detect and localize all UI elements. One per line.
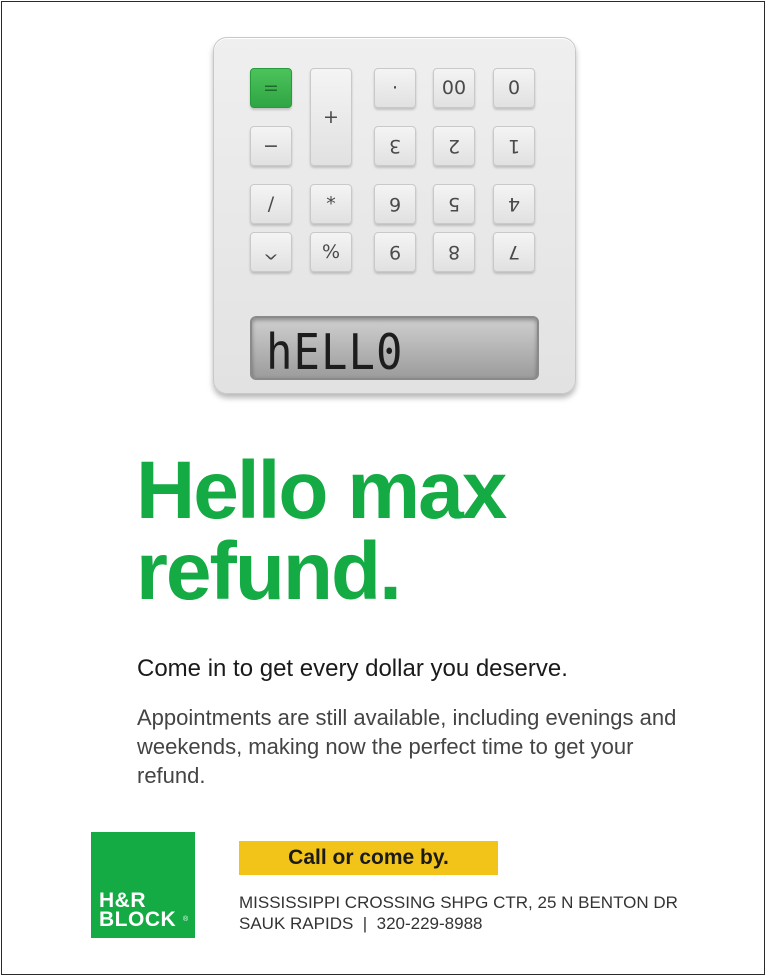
- calc-key-label: 2: [447, 135, 461, 157]
- calc-key-label: 1: [507, 135, 521, 157]
- subheadline: Come in to get every dollar you deserve.: [137, 655, 568, 682]
- calc-key-five: 5: [433, 184, 475, 224]
- calc-key-double-zero: 00: [433, 68, 475, 108]
- calc-key-equals: =: [250, 68, 292, 108]
- calc-key-seven: 7: [493, 232, 535, 272]
- calc-key-label: 4: [507, 193, 521, 215]
- calc-key-eight: 8: [433, 232, 475, 272]
- logo-line-2: BLOCK: [99, 908, 177, 931]
- calc-key-label: ^: [263, 241, 279, 263]
- calc-key-label: −: [263, 135, 279, 157]
- calc-key-six: 6: [374, 184, 416, 224]
- cta-banner: Call or come by.: [239, 841, 498, 875]
- address-line-2: SAUK RAPIDS | 320-229-8988: [239, 914, 483, 933]
- calc-key-three: 3: [374, 126, 416, 166]
- calc-key-divide: /: [250, 184, 292, 224]
- calc-key-label: ·: [391, 77, 399, 99]
- calc-key-label: 5: [447, 193, 461, 215]
- calc-key-dot: ·: [374, 68, 416, 108]
- calc-key-label: 8: [447, 241, 461, 263]
- calc-key-multiply: *: [310, 184, 352, 224]
- store-address: MISSISSIPPI CROSSING SHPG CTR, 25 N BENT…: [239, 892, 678, 934]
- calc-key-label: 9: [388, 241, 402, 263]
- address-line-1: MISSISSIPPI CROSSING SHPG CTR, 25 N BENT…: [239, 893, 678, 912]
- calc-key-label: 6: [388, 193, 402, 215]
- calc-key-label: 0: [507, 77, 521, 99]
- calc-key-label: +: [323, 106, 339, 128]
- calc-key-four: 4: [493, 184, 535, 224]
- calc-key-two: 2: [433, 126, 475, 166]
- calculator-image: = − / ^ + * % · 3 6 9 00 2 5 8 0 1 4 7 h…: [213, 37, 576, 394]
- calc-key-label: =: [263, 77, 279, 99]
- hr-block-logo: H&R BLOCK ®: [91, 832, 195, 938]
- calc-key-one: 1: [493, 126, 535, 166]
- calc-key-minus: −: [250, 126, 292, 166]
- calc-key-plus: +: [310, 68, 352, 166]
- calc-key-label: /: [267, 193, 275, 215]
- calc-key-label: 7: [507, 241, 521, 263]
- calc-key-zero: 0: [493, 68, 535, 108]
- calc-key-label: 3: [388, 135, 402, 157]
- calc-key-caret: ^: [250, 232, 292, 272]
- registered-mark: ®: [183, 916, 189, 923]
- cta-label: Call or come by.: [288, 846, 449, 869]
- calc-key-percent: %: [310, 232, 352, 272]
- calc-key-label: *: [326, 193, 336, 215]
- calc-display-text: hELL0: [266, 324, 404, 382]
- body-copy: Appointments are still available, includ…: [137, 705, 677, 788]
- calc-display: hELL0: [250, 316, 539, 382]
- calc-key-nine: 9: [374, 232, 416, 272]
- calc-key-label: 00: [441, 77, 467, 99]
- logo-wordmark: H&R BLOCK: [99, 890, 177, 931]
- calc-key-label: %: [321, 241, 341, 263]
- headline: Hello max refund.: [136, 445, 507, 617]
